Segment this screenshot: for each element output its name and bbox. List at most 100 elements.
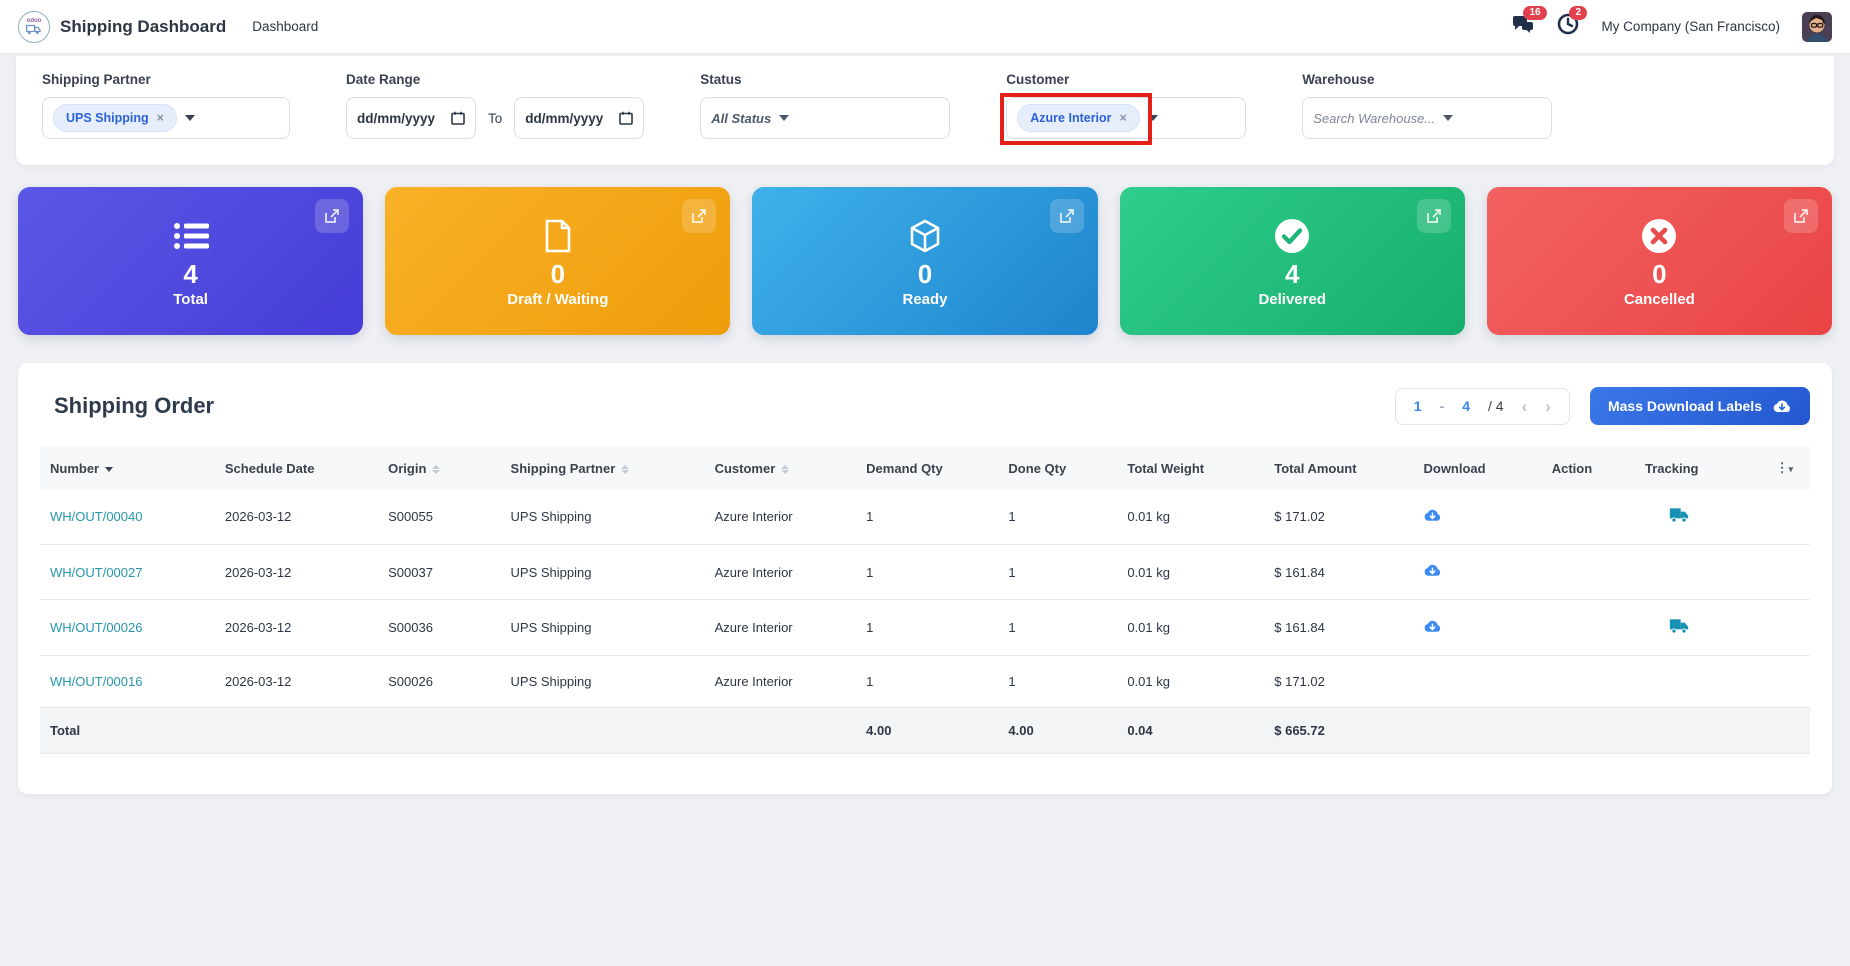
status-select[interactable]: All Status — [700, 97, 950, 139]
menu-dashboard[interactable]: Dashboard — [252, 19, 318, 34]
chevron-down-icon — [1148, 115, 1158, 121]
filter-shipping-partner: Shipping Partner UPS Shipping × — [42, 72, 290, 139]
chevron-down-icon — [185, 115, 195, 121]
page-end[interactable]: 4 — [1462, 398, 1470, 414]
chevron-down-icon — [1443, 115, 1453, 121]
cloud-download-icon — [1772, 399, 1792, 414]
download-label-icon[interactable] — [1423, 619, 1442, 634]
card-draft-label: Draft / Waiting — [507, 291, 608, 308]
list-icon — [173, 214, 209, 258]
page-start[interactable]: 1 — [1414, 398, 1422, 414]
date-range-label: Date Range — [346, 72, 644, 87]
shipping-order-section: Shipping Order 1 - 4 / 4 ‹ › Mass Downlo… — [18, 363, 1832, 794]
sort-icon — [621, 465, 629, 474]
card-ready-label: Ready — [902, 291, 947, 308]
order-number-link[interactable]: WH/OUT/00016 — [40, 656, 215, 708]
col-customer[interactable]: Customer — [705, 447, 857, 489]
table-row: WH/OUT/00040 2026-03-12 S00055 UPS Shipp… — [40, 489, 1810, 545]
card-delivered-count: 4 — [1285, 258, 1299, 291]
card-ready-count: 0 — [918, 258, 932, 291]
messages-button[interactable]: 16 — [1511, 13, 1535, 40]
mass-download-labels-button[interactable]: Mass Download Labels — [1590, 387, 1810, 425]
external-link-icon[interactable] — [682, 199, 716, 233]
card-total-label: Total — [173, 291, 208, 308]
top-navbar: odoo Shipping Dashboard Dashboard 16 2 M… — [0, 0, 1850, 54]
card-ready[interactable]: 0 Ready — [752, 187, 1097, 335]
remove-shipping-partner-tag-icon[interactable]: × — [157, 111, 164, 125]
section-title: Shipping Order — [54, 393, 214, 419]
table-row: WH/OUT/00016 2026-03-12 S00026 UPS Shipp… — [40, 656, 1810, 708]
external-link-icon[interactable] — [315, 199, 349, 233]
sort-desc-icon — [105, 467, 113, 472]
company-switcher[interactable]: My Company (San Francisco) — [1601, 19, 1780, 34]
page-total: / 4 — [1488, 398, 1504, 414]
total-done: 4.00 — [998, 708, 1117, 754]
col-schedule-date[interactable]: Schedule Date — [215, 447, 378, 489]
customer-select[interactable]: Azure Interior × — [1006, 97, 1246, 139]
download-label-icon[interactable] — [1423, 563, 1442, 578]
filter-customer: Customer Azure Interior × — [1006, 72, 1246, 139]
external-link-icon[interactable] — [1050, 199, 1084, 233]
prev-page-icon[interactable]: ‹ — [1522, 398, 1528, 415]
tracking-truck-icon[interactable] — [1669, 618, 1689, 634]
card-cancelled-label: Cancelled — [1624, 291, 1695, 308]
column-settings-icon[interactable]: ⋮▾ — [1766, 447, 1810, 489]
customer-tag: Azure Interior × — [1017, 104, 1140, 132]
card-draft-count: 0 — [551, 258, 565, 291]
col-total-amount[interactable]: Total Amount — [1264, 447, 1413, 489]
card-delivered-label: Delivered — [1258, 291, 1326, 308]
col-demand-qty[interactable]: Demand Qty — [856, 447, 998, 489]
tracking-truck-icon[interactable] — [1669, 507, 1689, 523]
col-done-qty[interactable]: Done Qty — [998, 447, 1117, 489]
order-number-link[interactable]: WH/OUT/00040 — [40, 489, 215, 545]
shipping-order-table: Number Schedule Date Origin Shipping Par… — [40, 447, 1810, 754]
total-demand: 4.00 — [856, 708, 998, 754]
col-action: Action — [1542, 447, 1635, 489]
next-page-icon[interactable]: › — [1545, 398, 1551, 415]
order-number-link[interactable]: WH/OUT/00027 — [40, 545, 215, 600]
activities-button[interactable]: 2 — [1557, 13, 1579, 40]
calendar-icon — [451, 111, 465, 125]
table-row: WH/OUT/00026 2026-03-12 S00036 UPS Shipp… — [40, 600, 1810, 656]
calendar-icon — [619, 111, 633, 125]
cube-icon — [909, 214, 941, 258]
filter-bar: Shipping Partner UPS Shipping × Date Ran… — [16, 56, 1834, 165]
app-logo-icon[interactable]: odoo — [18, 11, 50, 43]
filter-status: Status All Status — [700, 72, 950, 139]
warehouse-search-select[interactable]: Search Warehouse... — [1302, 97, 1552, 139]
app-title: Shipping Dashboard — [60, 17, 226, 37]
date-to-input[interactable]: dd/mm/yyyy — [514, 97, 644, 139]
warehouse-label: Warehouse — [1302, 72, 1552, 87]
external-link-icon[interactable] — [1784, 199, 1818, 233]
chevron-down-icon — [779, 115, 789, 121]
col-shipping-partner[interactable]: Shipping Partner — [501, 447, 705, 489]
customer-label: Customer — [1006, 72, 1246, 87]
table-row: WH/OUT/00027 2026-03-12 S00037 UPS Shipp… — [40, 545, 1810, 600]
total-weight: 0.04 — [1117, 708, 1264, 754]
col-total-weight[interactable]: Total Weight — [1117, 447, 1264, 489]
card-total-count: 4 — [183, 258, 197, 291]
remove-customer-tag-icon[interactable]: × — [1120, 111, 1127, 125]
external-link-icon[interactable] — [1417, 199, 1451, 233]
date-to-label: To — [488, 111, 502, 126]
sort-icon — [781, 465, 789, 474]
card-total[interactable]: 4 Total — [18, 187, 363, 335]
check-circle-icon — [1274, 214, 1310, 258]
card-cancelled-count: 0 — [1652, 258, 1666, 291]
shipping-partner-label: Shipping Partner — [42, 72, 290, 87]
filter-date-range: Date Range dd/mm/yyyy To dd/mm/yyyy — [346, 72, 644, 139]
download-label-icon[interactable] — [1423, 508, 1442, 523]
sort-icon — [432, 465, 440, 474]
total-amount: $ 665.72 — [1264, 708, 1413, 754]
shipping-partner-select[interactable]: UPS Shipping × — [42, 97, 290, 139]
card-delivered[interactable]: 4 Delivered — [1120, 187, 1465, 335]
total-label: Total — [40, 708, 215, 754]
card-cancelled[interactable]: 0 Cancelled — [1487, 187, 1832, 335]
col-number[interactable]: Number — [40, 447, 215, 489]
order-number-link[interactable]: WH/OUT/00026 — [40, 600, 215, 656]
col-origin[interactable]: Origin — [378, 447, 500, 489]
shipping-partner-tag: UPS Shipping × — [53, 104, 177, 132]
card-draft-waiting[interactable]: 0 Draft / Waiting — [385, 187, 730, 335]
user-avatar[interactable] — [1802, 12, 1832, 42]
date-from-input[interactable]: dd/mm/yyyy — [346, 97, 476, 139]
